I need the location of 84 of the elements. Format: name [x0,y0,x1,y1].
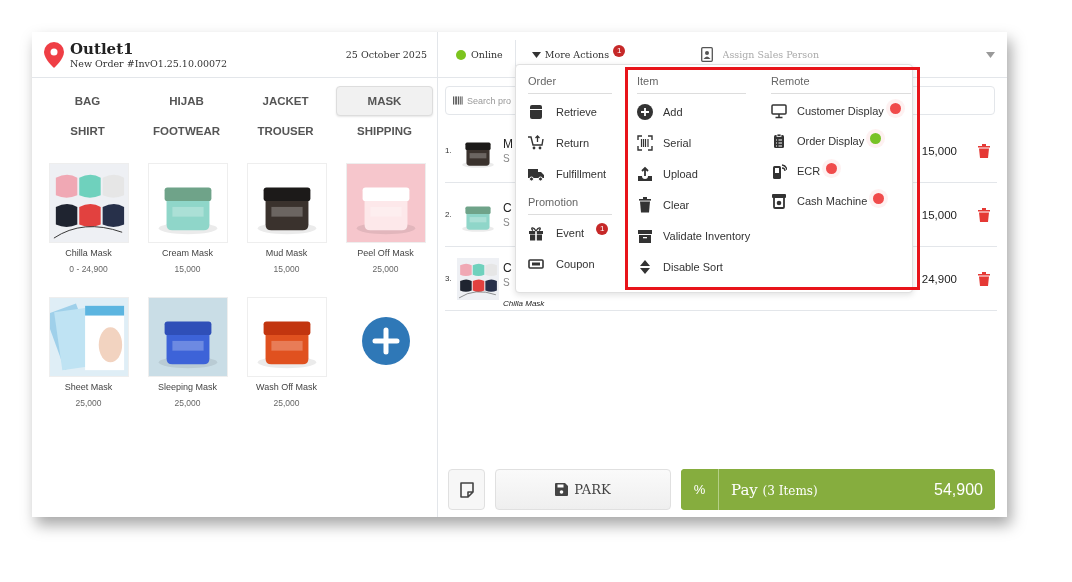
menu-heading: Remote [771,72,911,94]
item-note: Chilla Mask [503,299,545,308]
product-price: 15,000 [273,264,300,274]
category-tab[interactable]: TROUSER [237,116,334,146]
product-price: 0 - 24,900 [69,264,108,274]
item-detail: S [503,277,510,288]
order-number: New Order #InvO1.25.10.00072 [70,58,229,69]
item-price: 15,000 [921,208,957,221]
menu-item[interactable]: Add [637,96,746,127]
caret-icon [531,51,541,58]
menu-item[interactable]: Customer Display [771,96,911,126]
menu-item[interactable]: Cash Machine [771,186,911,216]
menu-item[interactable]: Disable Sort [637,251,746,282]
product-price: 15,000 [174,264,201,274]
menu-item[interactable]: Fulfillment [528,158,612,189]
order-date: 25 October 2025 [345,49,427,60]
add-product-button[interactable] [361,317,410,365]
notification-badge: 1 [596,222,609,235]
sticky-note-icon [458,481,475,498]
menu-item[interactable]: ECR [771,156,911,186]
menu-item[interactable]: Retrieve [528,96,612,127]
clipboard-icon [771,133,787,149]
menu-item[interactable]: Return [528,127,612,158]
category-tab[interactable]: JACKET [237,86,334,116]
menu-item[interactable]: Upload [637,158,746,189]
menu-heading: Order [528,72,612,94]
category-tab[interactable]: FOOTWEAR [138,116,235,146]
product-name[interactable]: Peel Off Mask [357,248,414,258]
menu-heading: Promotion [528,193,612,215]
category-tab[interactable]: HIJAB [138,86,235,116]
category-tab[interactable]: BAG [39,86,136,116]
menu-item[interactable]: Event 1 [528,217,612,248]
status-label: Online [471,49,503,60]
location-pin-icon [44,41,64,68]
product-name[interactable]: Sheet Mask [64,382,113,392]
product-price: 25,000 [75,398,102,408]
phone-signal-icon [771,163,787,179]
trash-icon[interactable] [978,207,990,222]
trash-icon[interactable] [978,271,990,286]
cash-machine-icon [771,193,787,209]
notification-badge: 1 [613,44,626,57]
gift-icon [528,224,544,241]
upload-icon [637,165,653,182]
person-badge-icon [700,47,713,62]
product-price: 25,000 [174,398,201,408]
category-tab[interactable]: SHIPPING [336,116,433,146]
note-button[interactable] [448,469,485,510]
row-number: 3. [445,274,453,283]
item-name: C [503,201,512,215]
menu-heading: Item [637,72,746,94]
row-number: 2. [445,210,453,219]
item-detail: S [503,217,510,228]
category-tab[interactable]: MASK [336,86,433,116]
item-name: C [503,261,512,275]
dropdown-caret-icon[interactable] [986,51,995,58]
barcode-icon [453,96,463,105]
barcode-scan-icon [637,134,653,151]
product-name[interactable]: Wash Off Mask [256,382,317,392]
product-name[interactable]: Cream Mask [162,248,213,258]
item-detail: S [503,153,510,164]
add-icon [637,103,653,120]
product-name[interactable]: Sleeping Mask [157,382,217,392]
cube-icon [528,103,544,120]
product-price: 25,000 [372,264,399,274]
monitor-icon [771,103,787,119]
menu-item[interactable]: Order Display [771,126,911,156]
cart-icon [528,134,544,151]
trash-icon [637,196,653,213]
trash-icon[interactable] [978,143,990,158]
menu-item[interactable]: Serial [637,127,746,158]
menu-item[interactable]: Clear [637,189,746,220]
row-number: 1. [445,146,453,155]
item-price: 24,900 [921,272,957,285]
item-name: M [503,137,513,151]
archive-icon [637,227,653,244]
product-name[interactable]: Mud Mask [265,248,308,258]
product-price: 25,000 [273,398,300,408]
item-price: 15,000 [921,144,957,157]
product-name[interactable]: Chilla Mask [65,248,112,258]
outlet-name: Outlet1 [70,40,135,58]
category-tab[interactable]: SHIRT [39,116,136,146]
sort-icon [637,258,653,275]
menu-item[interactable]: Coupon [528,248,612,279]
park-button[interactable]: PARK [495,469,671,510]
